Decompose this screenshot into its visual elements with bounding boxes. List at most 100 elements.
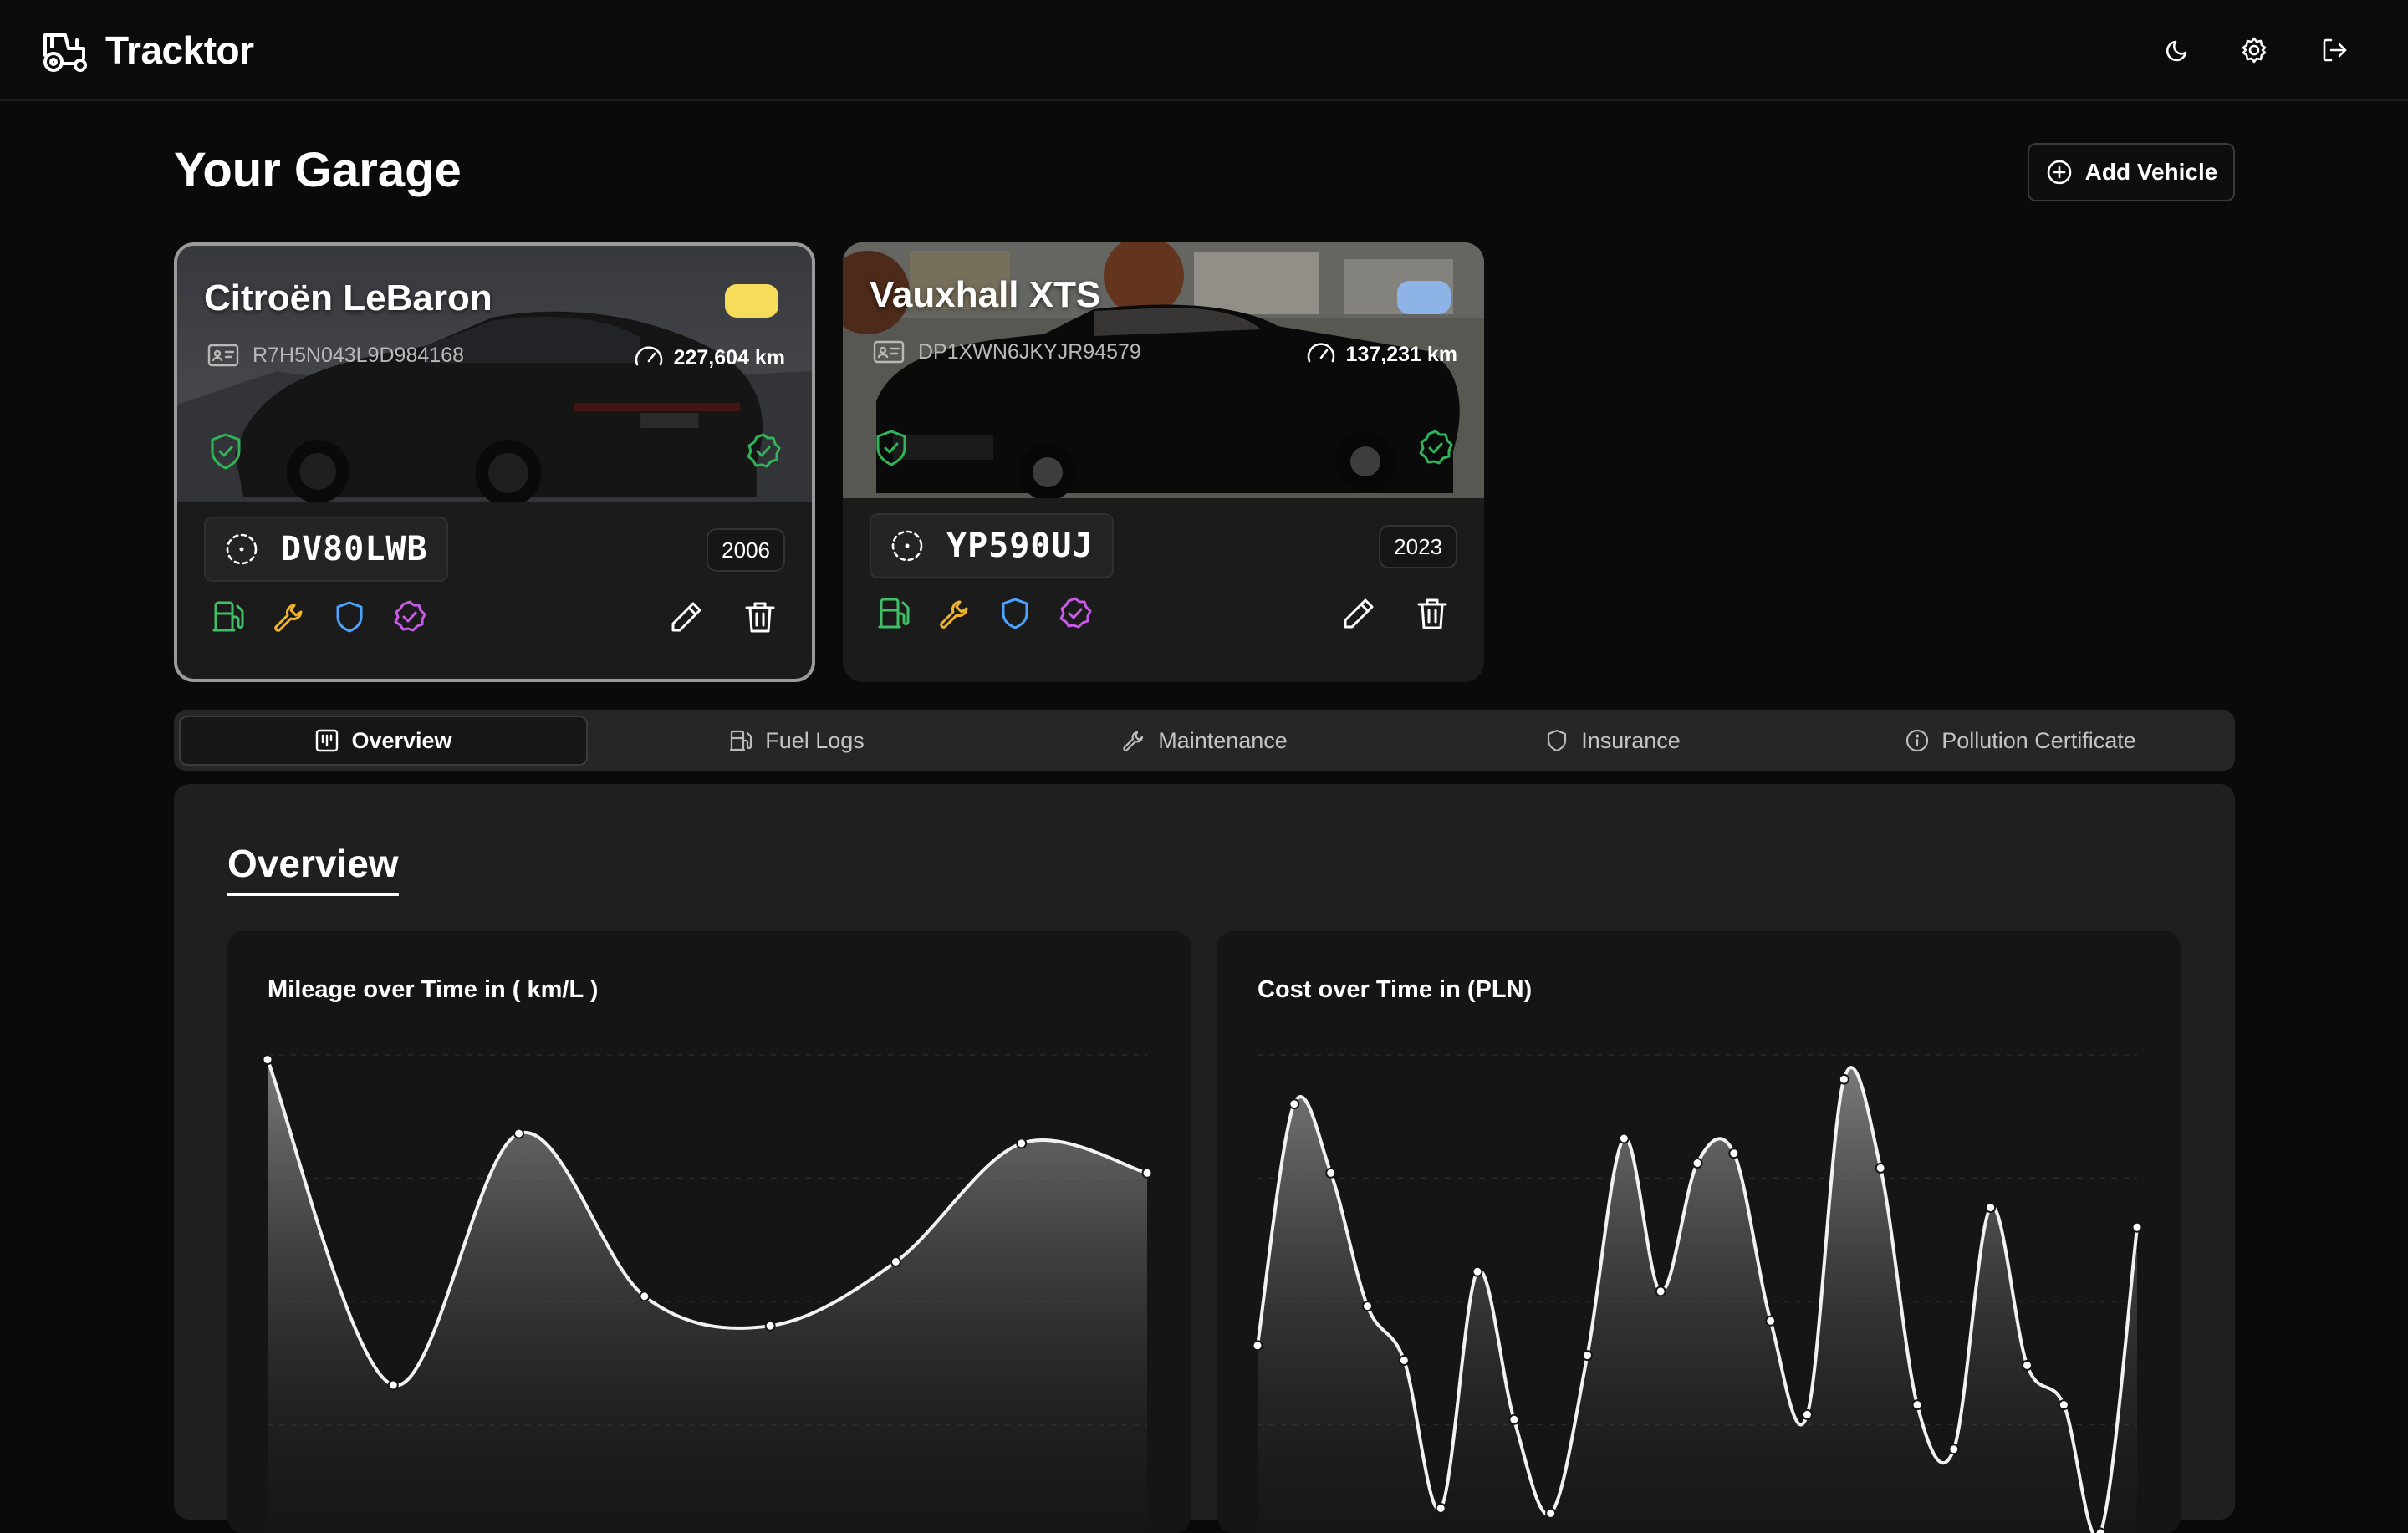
chart-point[interactable]: [1583, 1351, 1592, 1360]
wrench-icon: [1121, 728, 1146, 753]
chart-point[interactable]: [2059, 1400, 2069, 1409]
pollution-status-icon: [745, 431, 782, 471]
insurance-status-icon: [207, 431, 244, 471]
quick-actions: [876, 595, 1094, 632]
fuel-icon: [728, 728, 753, 753]
chart-point[interactable]: [1839, 1075, 1849, 1084]
chart-point[interactable]: [1436, 1504, 1446, 1513]
brand[interactable]: Tracktor: [40, 23, 254, 77]
chart-point[interactable]: [1363, 1301, 1372, 1311]
chart-point[interactable]: [891, 1257, 900, 1266]
tab-pollution-certificate[interactable]: Pollution Certificate: [1816, 716, 2225, 766]
gauge-icon: [632, 341, 666, 374]
card-tools: [1340, 595, 1451, 632]
chart-point[interactable]: [1546, 1509, 1555, 1518]
wrench-icon[interactable]: [936, 595, 973, 632]
vehicle-card[interactable]: Citroën LeBaron R7H5N043L9D984168 227,60…: [174, 242, 815, 682]
chart-point[interactable]: [766, 1322, 775, 1331]
chart-point[interactable]: [1400, 1356, 1409, 1365]
page-title: Your Garage: [174, 142, 462, 198]
tab-insurance[interactable]: Insurance: [1408, 716, 1817, 766]
chart-point[interactable]: [263, 1055, 273, 1064]
chart-point[interactable]: [2023, 1361, 2032, 1370]
chart-point[interactable]: [1693, 1159, 1702, 1168]
tab-overview[interactable]: Overview: [179, 716, 588, 766]
plate-number: DV80LWB: [281, 530, 428, 568]
edit-icon[interactable]: [668, 598, 705, 635]
cost-chart: [1217, 931, 2181, 1533]
chart-point[interactable]: [1253, 1341, 1263, 1350]
id-card-icon: [207, 343, 239, 368]
overview-icon: [314, 728, 339, 753]
tab-fuel-logs[interactable]: Fuel Logs: [592, 716, 1001, 766]
chart-area-fill: [1258, 1067, 2137, 1533]
add-vehicle-label: Add Vehicle: [2085, 159, 2218, 186]
chart-point[interactable]: [2133, 1223, 2142, 1232]
chart-point[interactable]: [1913, 1400, 1922, 1409]
fuel-icon[interactable]: [876, 595, 913, 632]
license-plate: YP590UJ: [870, 513, 1114, 578]
add-vehicle-button[interactable]: Add Vehicle: [2028, 143, 2235, 201]
logout-icon[interactable]: [2318, 33, 2351, 67]
chart-point[interactable]: [1143, 1169, 1152, 1178]
chart-point[interactable]: [389, 1381, 398, 1390]
info-icon: [1905, 728, 1930, 753]
trash-icon[interactable]: [1414, 595, 1451, 632]
license-plate: DV80LWB: [204, 517, 448, 582]
tab-maintenance[interactable]: Maintenance: [1000, 716, 1409, 766]
chart-point[interactable]: [1620, 1134, 1629, 1143]
overview-panel: Overview Mileage over Time in ( km/L ) C…: [174, 784, 2235, 1520]
card-tools: [668, 598, 778, 635]
badge-check-icon[interactable]: [391, 598, 428, 635]
chart-point[interactable]: [1949, 1444, 1958, 1454]
chart-point[interactable]: [1986, 1203, 1995, 1212]
trash-icon[interactable]: [742, 598, 778, 635]
chart-point[interactable]: [1473, 1267, 1482, 1276]
vehicle-odometer: 227,604 km: [674, 346, 785, 370]
chart-point[interactable]: [1326, 1169, 1335, 1178]
gear-icon[interactable]: [2237, 33, 2271, 67]
wrench-icon[interactable]: [271, 598, 308, 635]
vehicle-vin: R7H5N043L9D984168: [253, 344, 464, 368]
odometer-row: 227,604 km: [632, 341, 785, 374]
odometer-row: 137,231 km: [1304, 338, 1457, 371]
top-bar: Tracktor: [0, 0, 2408, 101]
chart-point[interactable]: [1289, 1099, 1298, 1108]
chart-point[interactable]: [1017, 1138, 1026, 1148]
moon-icon[interactable]: [2161, 33, 2194, 67]
app-name: Tracktor: [105, 28, 254, 73]
vin-row: R7H5N043L9D984168: [207, 343, 464, 368]
edit-icon[interactable]: [1340, 595, 1377, 632]
plate-icon: [890, 528, 925, 563]
insurance-status-icon: [873, 428, 910, 468]
chart-point[interactable]: [1803, 1410, 1812, 1419]
cost-chart-card: Cost over Time in (PLN): [1217, 931, 2181, 1533]
chart-point[interactable]: [1876, 1164, 1885, 1173]
vehicle-odometer: 137,231 km: [1346, 343, 1457, 367]
chart-area-fill: [268, 1060, 1147, 1533]
id-card-icon: [873, 339, 905, 364]
mileage-chart-card: Mileage over Time in ( km/L ): [227, 931, 1191, 1533]
fuel-icon[interactable]: [211, 598, 247, 635]
vehicle-tabs: Overview Fuel Logs Maintenance Insurance: [174, 710, 2235, 771]
tab-label: Pollution Certificate: [1941, 728, 2136, 754]
shield-icon: [1544, 728, 1569, 753]
quick-actions: [211, 598, 428, 635]
vehicle-vin: DP1XWN6JKYJR94579: [918, 340, 1141, 364]
chart-point[interactable]: [1766, 1317, 1775, 1326]
vehicle-color-swatch: [1397, 281, 1451, 314]
gauge-icon: [1304, 338, 1338, 371]
chart-point[interactable]: [1656, 1286, 1666, 1296]
vehicle-card[interactable]: Vauxhall XTS DP1XWN6JKYJR94579 137,231 k…: [843, 242, 1484, 682]
chart-point[interactable]: [2096, 1529, 2105, 1533]
section-title: Overview: [227, 841, 399, 896]
badge-check-icon[interactable]: [1057, 595, 1094, 632]
chart-point[interactable]: [514, 1129, 523, 1138]
tab-label: Fuel Logs: [765, 728, 865, 754]
chart-point[interactable]: [640, 1291, 649, 1301]
pollution-status-icon: [1417, 428, 1454, 468]
chart-point[interactable]: [1509, 1415, 1518, 1424]
chart-point[interactable]: [1729, 1148, 1738, 1158]
shield-icon[interactable]: [331, 598, 368, 635]
shield-icon[interactable]: [997, 595, 1033, 632]
